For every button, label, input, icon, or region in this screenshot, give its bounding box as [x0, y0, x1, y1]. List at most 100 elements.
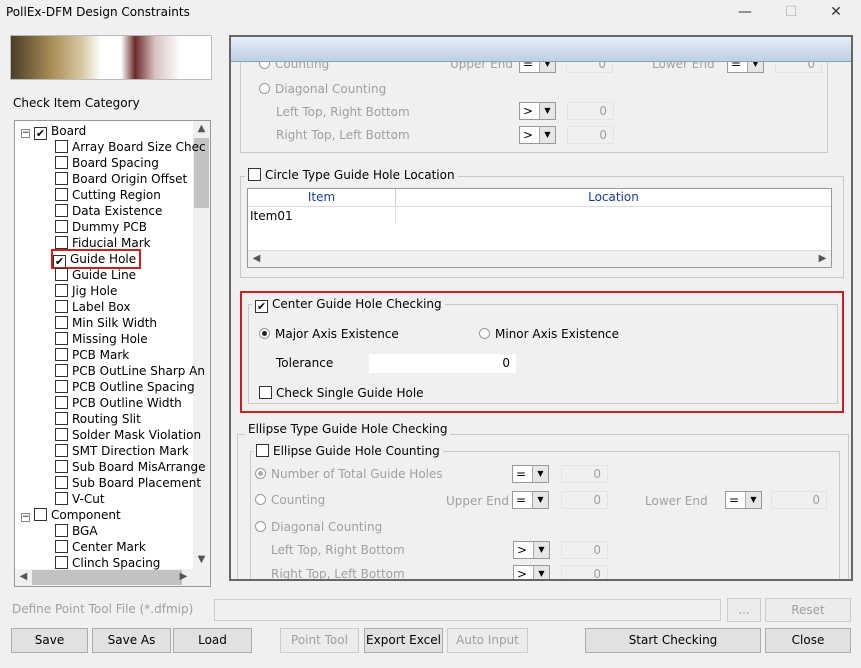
scroll-right-icon[interactable]: ▶ — [175, 571, 192, 582]
save-as-button[interactable]: Save As — [92, 628, 171, 653]
browse-button[interactable]: ... — [727, 598, 761, 622]
ellipse-upper-value[interactable]: 0 — [561, 491, 608, 509]
checkbox-icon[interactable] — [55, 204, 68, 217]
checkbox-icon[interactable] — [55, 460, 68, 473]
total-holes-radio[interactable]: Number of Total Guide Holes — [255, 467, 443, 481]
reset-button[interactable]: Reset — [765, 598, 851, 622]
tree-node-item[interactable]: BGA — [55, 523, 98, 539]
scroll-down-icon[interactable]: ▼ — [193, 554, 210, 565]
checkbox-icon[interactable] — [34, 508, 47, 521]
tree-node-item[interactable]: V-Cut — [55, 491, 105, 507]
checkbox-icon[interactable] — [55, 492, 68, 505]
rtlb-op-select[interactable]: > ▼ — [519, 126, 556, 144]
close-window-button[interactable]: ✕ — [826, 4, 846, 20]
tree-node-item[interactable]: Min Silk Width — [55, 315, 157, 331]
checkbox-icon[interactable] — [55, 540, 68, 553]
minimize-button[interactable]: — — [735, 4, 755, 20]
load-button[interactable]: Load — [173, 628, 252, 653]
ellipse-diagonal-radio[interactable]: Diagonal Counting — [255, 520, 382, 534]
checkbox-icon[interactable] — [55, 364, 68, 377]
center-check-checkbox[interactable]: ✔ Center Guide Hole Checking — [252, 297, 445, 313]
checkbox-icon[interactable] — [55, 444, 68, 457]
scroll-up-icon[interactable]: ▲ — [193, 123, 210, 134]
ltrb-value[interactable]: 0 — [567, 102, 614, 120]
tree-node-item[interactable]: Center Mark — [55, 539, 146, 555]
checkbox-icon[interactable] — [55, 268, 68, 281]
tree-node-item[interactable]: PCB Mark — [55, 347, 129, 363]
tree-node-item[interactable]: Guide Line — [55, 267, 136, 283]
checkbox-icon[interactable] — [55, 140, 68, 153]
tree-node-item[interactable]: PCB Outline Spacing — [55, 379, 195, 395]
checkbox-checked-icon[interactable]: ✔ — [34, 127, 47, 140]
tree-node-item[interactable]: Fiducial Mark — [55, 235, 151, 251]
ellipse-counting-radio[interactable]: Counting — [255, 493, 325, 507]
tree-horizontal-scrollbar[interactable]: ◀ ▶ — [15, 569, 210, 586]
tree-node-item[interactable]: Array Board Size Chec — [55, 139, 206, 155]
scroll-left-icon[interactable]: ◀ — [15, 571, 32, 582]
tree-node-category[interactable]: − ✔ Board — [21, 123, 86, 140]
save-button[interactable]: Save — [11, 628, 88, 653]
tree-node-item[interactable]: Routing Slit — [55, 411, 141, 427]
export-excel-button[interactable]: Export Excel — [364, 628, 443, 653]
minor-axis-radio[interactable]: Minor Axis Existence — [479, 327, 619, 341]
tree-node-item[interactable]: Jig Hole — [55, 283, 117, 299]
maximize-button[interactable]: ☐ — [781, 4, 801, 20]
checkbox-icon[interactable] — [55, 172, 68, 185]
scroll-right-icon[interactable]: ▶ — [814, 253, 831, 264]
tree-node-item[interactable]: Data Existence — [55, 203, 162, 219]
rtlb-value[interactable]: 0 — [567, 126, 614, 144]
circle-location-checkbox[interactable]: Circle Type Guide Hole Location — [245, 168, 458, 182]
tree-node-item[interactable]: ✔ Guide Hole — [50, 249, 142, 269]
checkbox-icon[interactable] — [55, 476, 68, 489]
auto-input-button[interactable]: Auto Input — [447, 628, 528, 653]
checkbox-icon[interactable] — [55, 236, 68, 249]
tree-node-item[interactable]: Dummy PCB — [55, 219, 147, 235]
checkbox-icon[interactable] — [55, 396, 68, 409]
tree-node-item[interactable]: Sub Board MisArrange — [55, 459, 206, 475]
tree-node-item[interactable]: Label Box — [55, 299, 131, 315]
total-op-select[interactable]: = ▼ — [512, 465, 549, 483]
ellipse-rtlb-op-select[interactable]: > ▼ — [513, 565, 550, 579]
tree-node-item[interactable]: Board Origin Offset — [55, 171, 187, 187]
tree-node-item[interactable]: Solder Mask Violation — [55, 427, 201, 443]
checkbox-icon[interactable] — [55, 380, 68, 393]
checkbox-icon[interactable] — [55, 300, 68, 313]
checkbox-icon[interactable] — [55, 284, 68, 297]
point-tool-file-input[interactable] — [214, 599, 721, 621]
checkbox-icon[interactable] — [55, 188, 68, 201]
ellipse-upper-op-select[interactable]: = ▼ — [512, 491, 549, 509]
tree-node-item[interactable]: PCB Outline Width — [55, 395, 182, 411]
ellipse-ltrb-op-select[interactable]: > ▼ — [513, 541, 550, 559]
ellipse-lower-op-select[interactable]: = ▼ — [725, 491, 762, 509]
single-guide-hole-checkbox[interactable]: Check Single Guide Hole — [259, 386, 424, 400]
collapse-icon[interactable]: − — [21, 129, 30, 138]
tolerance-input[interactable]: 0 — [369, 354, 516, 373]
checkbox-icon[interactable] — [55, 332, 68, 345]
checkbox-icon[interactable] — [55, 348, 68, 361]
ellipse-rtlb-value[interactable]: 0 — [561, 565, 608, 579]
tree-node-item[interactable]: Missing Hole — [55, 331, 148, 347]
ltrb-op-select[interactable]: > ▼ — [519, 102, 556, 120]
checkbox-icon[interactable] — [55, 156, 68, 169]
table-horizontal-scrollbar[interactable]: ◀ ▶ — [248, 250, 831, 267]
scroll-left-icon[interactable]: ◀ — [248, 253, 265, 264]
collapse-icon[interactable]: − — [21, 513, 30, 522]
checkbox-icon[interactable] — [55, 524, 68, 537]
tree-node-item[interactable]: Sub Board Placement — [55, 475, 201, 491]
checkbox-icon[interactable] — [55, 556, 68, 569]
table-cell-item[interactable]: Item01 — [250, 209, 396, 223]
tree-node-item[interactable]: Clinch Spacing — [55, 555, 160, 571]
checkbox-icon[interactable] — [55, 220, 68, 233]
checkbox-icon[interactable] — [55, 412, 68, 425]
tree-node-category[interactable]: − Component — [21, 507, 121, 523]
tree-node-item[interactable]: PCB OutLine Sharp An — [55, 363, 205, 379]
major-axis-radio[interactable]: Major Axis Existence — [259, 327, 399, 341]
tree-node-item[interactable]: SMT Direction Mark — [55, 443, 189, 459]
diagonal-counting-radio[interactable]: Diagonal Counting — [259, 82, 386, 96]
start-checking-button[interactable]: Start Checking — [585, 628, 761, 653]
tree-vertical-scrollbar[interactable]: ▲ ▼ — [193, 121, 210, 571]
column-header-location[interactable]: Location — [396, 189, 831, 207]
checkbox-icon[interactable] — [55, 316, 68, 329]
tree-node-item[interactable]: Cutting Region — [55, 187, 161, 203]
point-tool-button[interactable]: Point Tool — [280, 628, 359, 653]
